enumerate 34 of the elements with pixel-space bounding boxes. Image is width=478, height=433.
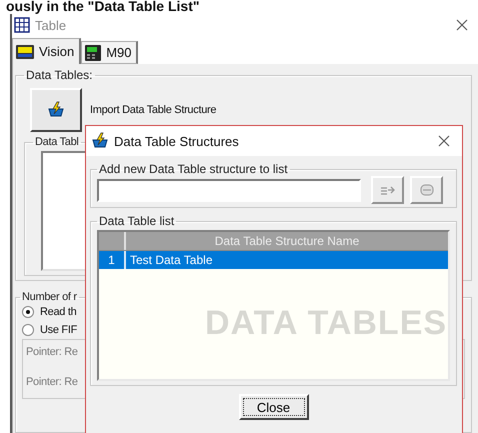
table-cell-text: Test Data Table (129, 252, 212, 269)
add-button[interactable] (371, 176, 404, 204)
close-button[interactable] (454, 17, 470, 33)
table-row[interactable]: 1 Test Data Table (99, 251, 448, 269)
pointer-label: Pointer: Re (26, 346, 79, 358)
group-label: Data Tabl (34, 136, 80, 148)
radio-button[interactable] (22, 324, 34, 336)
device-icon (84, 44, 102, 62)
radio-label: Read th (40, 306, 76, 318)
bowl-icon (91, 132, 109, 150)
group-label: Number of r (21, 291, 78, 303)
radio-label: Use FIF (40, 324, 78, 336)
pointer-label: Pointer: Re (26, 376, 79, 388)
import-button[interactable] (30, 88, 82, 132)
import-icon (47, 101, 65, 119)
radio-button[interactable] (22, 306, 34, 318)
window-title: Table (35, 18, 68, 32)
group-label: Add new Data Table structure to list (98, 162, 289, 176)
tab[interactable]: M90 (81, 41, 138, 64)
close-button[interactable] (436, 133, 452, 149)
caption-text: ously in the "Data Table List" (5, 0, 200, 14)
tab[interactable]: Vision (12, 38, 82, 64)
close-icon (456, 19, 468, 31)
group-label: Data Table list (98, 214, 176, 228)
group-label: Data Tables: (25, 68, 94, 82)
row-number: 1 (99, 251, 126, 269)
column-header: Data Table Structure Name (214, 233, 360, 250)
list-button[interactable] (410, 176, 443, 204)
dialog-title: Data Table Structures (114, 134, 240, 148)
device-icon (15, 44, 35, 60)
input-field[interactable] (97, 178, 361, 202)
import-label: Import Data Table Structure (90, 104, 216, 116)
close-button[interactable]: Close (238, 394, 308, 420)
close-icon (438, 135, 450, 147)
